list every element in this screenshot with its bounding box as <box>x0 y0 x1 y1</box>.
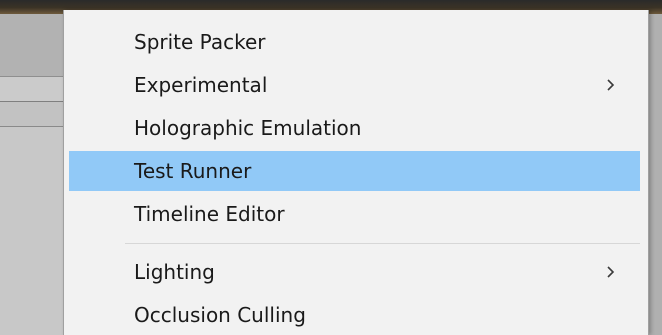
menu-item-label: Lighting <box>134 260 215 284</box>
menu-item-occlusion-culling[interactable]: Occlusion Culling <box>69 295 640 335</box>
menu-item-timeline-editor[interactable]: Timeline Editor <box>69 194 640 234</box>
background-panel-edge <box>648 14 662 335</box>
menu-item-label: Sprite Packer <box>134 30 266 54</box>
menu-item-label: Experimental <box>134 73 268 97</box>
menu-item-experimental[interactable]: Experimental <box>69 65 640 105</box>
menu-separator <box>125 243 640 244</box>
window-dropdown-menu: Sprite Packer Experimental Holographic E… <box>63 10 649 335</box>
menu-item-lighting[interactable]: Lighting <box>69 252 640 292</box>
menu-item-sprite-packer[interactable]: Sprite Packer <box>69 22 640 62</box>
menu-item-test-runner[interactable]: Test Runner <box>69 151 640 191</box>
menu-item-label: Test Runner <box>134 159 252 183</box>
menu-item-label: Timeline Editor <box>134 202 285 226</box>
chevron-right-icon <box>607 79 615 91</box>
menu-item-holographic-emulation[interactable]: Holographic Emulation <box>69 108 640 148</box>
menu-item-label: Occlusion Culling <box>134 303 306 327</box>
menu-item-label: Holographic Emulation <box>134 116 362 140</box>
chevron-right-icon <box>607 266 615 278</box>
